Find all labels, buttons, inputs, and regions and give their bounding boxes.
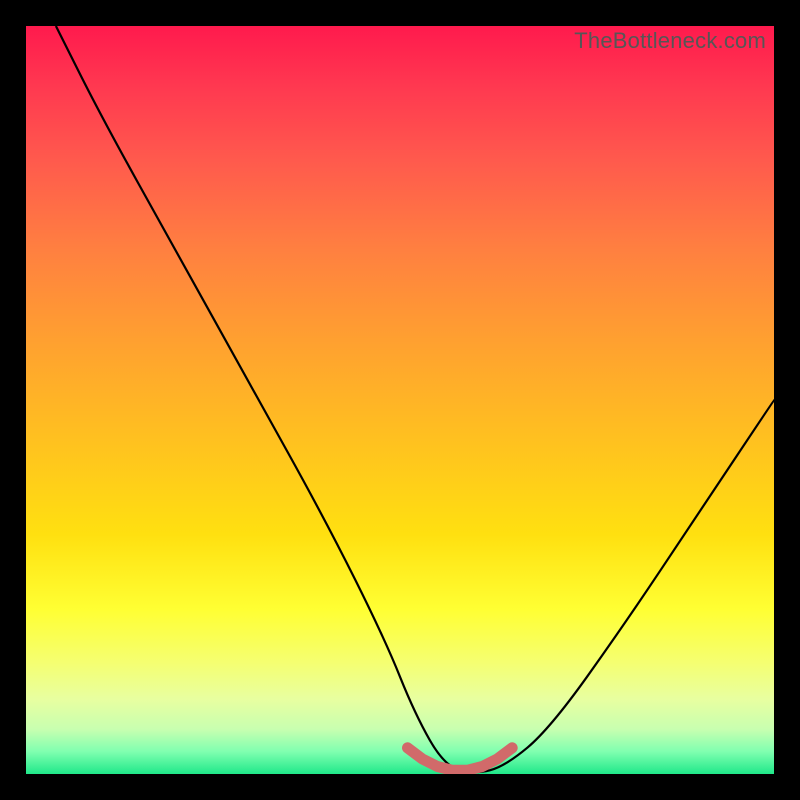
plot-area: TheBottleneck.com bbox=[26, 26, 774, 774]
bottleneck-curve-path bbox=[56, 26, 774, 772]
chart-frame: TheBottleneck.com bbox=[0, 0, 800, 800]
chart-svg bbox=[26, 26, 774, 774]
